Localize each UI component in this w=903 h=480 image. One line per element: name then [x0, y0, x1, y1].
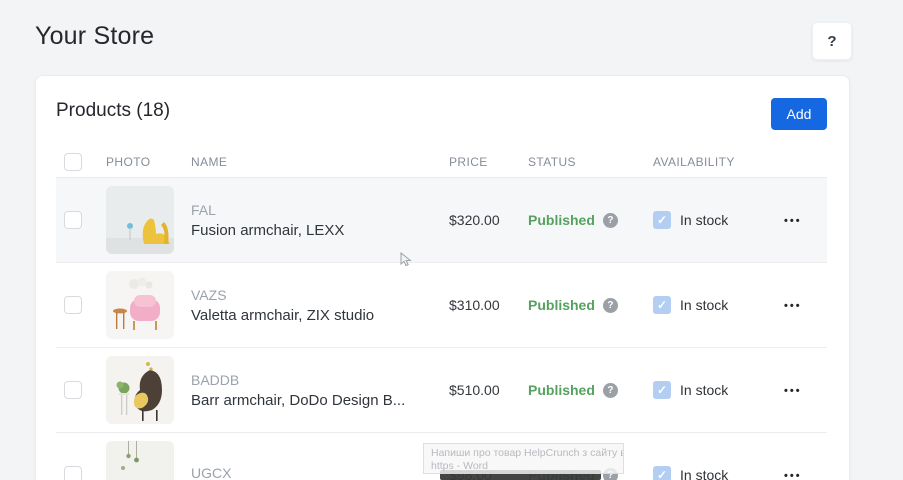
row-select-checkbox[interactable] [64, 211, 82, 229]
product-name: Fusion armchair, LEXX [191, 222, 439, 239]
add-product-button[interactable]: Add [771, 98, 827, 130]
status-info-icon[interactable]: ? [603, 383, 618, 398]
page-title: Your Store [35, 22, 154, 51]
table-row[interactable]: FAL Fusion armchair, LEXX $320.00 Publis… [56, 178, 827, 263]
product-photo-fusion-armchair [106, 186, 174, 254]
column-header-availability: AVAILABILITY [653, 155, 784, 169]
availability-label: In stock [680, 297, 728, 313]
product-photo-valetta-armchair [106, 271, 174, 339]
product-code: BADDB [191, 372, 439, 388]
check-icon: ✓ [657, 298, 667, 312]
product-photo-barr-armchair [106, 356, 174, 424]
check-icon: ✓ [657, 213, 667, 227]
availability-label: In stock [680, 212, 728, 228]
product-price: $320.00 [449, 212, 528, 228]
select-all-checkbox[interactable] [64, 153, 82, 171]
in-stock-checkbox[interactable]: ✓ [653, 211, 671, 229]
row-select-checkbox[interactable] [64, 381, 82, 399]
products-panel: Products (18) Add PHOTO NAME PRICE STATU… [35, 75, 850, 480]
tooltip-line-2: https - Word [431, 460, 616, 473]
product-price: $310.00 [449, 297, 528, 313]
your-store-page: { "page": { "title": "Your Store" }, "he… [0, 0, 903, 480]
status-badge: Published [528, 382, 595, 398]
row-menu-button[interactable]: ••• [784, 470, 802, 480]
mouse-cursor [400, 252, 413, 267]
status-badge: Published [528, 212, 595, 228]
in-stock-checkbox[interactable]: ✓ [653, 381, 671, 399]
table-row[interactable]: BADDB Barr armchair, DoDo Design B... $5… [56, 348, 827, 433]
product-code: FAL [191, 202, 439, 218]
product-price: $510.00 [449, 382, 528, 398]
products-panel-header: Products (18) Add [36, 76, 849, 146]
product-name: Barr armchair, DoDo Design B... [191, 392, 439, 409]
row-menu-button[interactable]: ••• [784, 300, 802, 312]
product-code: VAZS [191, 287, 439, 303]
status-info-icon[interactable]: ? [603, 298, 618, 313]
column-header-name: NAME [191, 155, 449, 169]
check-icon: ✓ [657, 383, 667, 397]
tooltip-line-1: Напиши про товар HelpCrunch з сайту виро… [431, 447, 616, 460]
status-badge: Published [528, 297, 595, 313]
products-count-title: Products (18) [56, 100, 827, 122]
row-select-checkbox[interactable] [64, 466, 82, 480]
taskbar-tooltip: Напиши про товар HelpCrunch з сайту виро… [423, 443, 624, 474]
row-menu-button[interactable]: ••• [784, 215, 802, 227]
product-name: Valetta armchair, ZIX studio [191, 307, 439, 324]
column-header-price: PRICE [449, 155, 528, 169]
table-row[interactable]: VAZS Valetta armchair, ZIX studio $310.0… [56, 263, 827, 348]
in-stock-checkbox[interactable]: ✓ [653, 466, 671, 480]
status-info-icon[interactable]: ? [603, 213, 618, 228]
question-mark-icon: ? [827, 33, 836, 50]
row-select-checkbox[interactable] [64, 296, 82, 314]
column-header-status: STATUS [528, 155, 653, 169]
in-stock-checkbox[interactable]: ✓ [653, 296, 671, 314]
column-header-photo: PHOTO [106, 155, 191, 169]
help-button[interactable]: ? [812, 22, 852, 60]
table-header-row: PHOTO NAME PRICE STATUS AVAILABILITY [56, 146, 827, 178]
availability-label: In stock [680, 382, 728, 398]
row-menu-button[interactable]: ••• [784, 385, 802, 397]
availability-label: In stock [680, 467, 728, 480]
product-code: UGCX [191, 465, 439, 480]
products-table: PHOTO NAME PRICE STATUS AVAILABILITY [56, 146, 827, 480]
check-icon: ✓ [657, 468, 667, 480]
product-photo-ugcx-chair [106, 441, 174, 480]
